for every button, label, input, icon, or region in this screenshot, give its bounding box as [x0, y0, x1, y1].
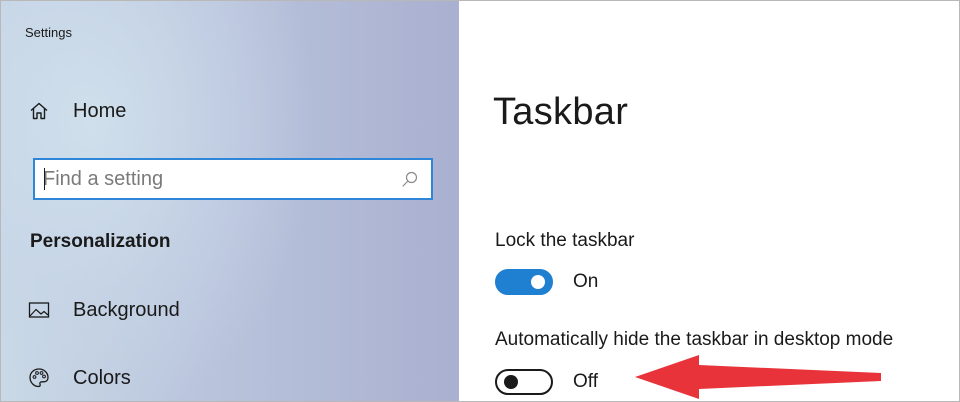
page-title: Taskbar — [493, 91, 629, 133]
image-icon — [27, 298, 51, 322]
settings-window: Settings Home Personalization — [0, 0, 960, 402]
auto-hide-taskbar-toggle[interactable] — [495, 369, 553, 395]
palette-icon — [27, 366, 51, 390]
app-title: Settings — [25, 25, 72, 40]
main-content: Taskbar Lock the taskbar On Automaticall… — [459, 1, 959, 401]
lock-taskbar-toggle[interactable] — [495, 269, 553, 295]
search-icon[interactable] — [399, 168, 421, 190]
text-caret — [44, 168, 45, 190]
sidebar: Settings Home Personalization — [1, 1, 459, 401]
sidebar-item-colors[interactable]: Colors — [27, 366, 131, 390]
sidebar-item-background[interactable]: Background — [27, 298, 180, 322]
toggle-knob — [504, 375, 518, 389]
sidebar-item-home[interactable]: Home — [27, 99, 126, 123]
toggle-state-label: On — [573, 271, 599, 292]
toggle-knob — [531, 275, 545, 289]
search-input[interactable] — [35, 160, 399, 198]
sidebar-item-label: Background — [73, 298, 180, 321]
lock-taskbar-label: Lock the taskbar — [495, 230, 635, 251]
sidebar-item-label: Colors — [73, 366, 131, 389]
auto-hide-taskbar-setting: Off — [495, 369, 598, 395]
home-icon — [27, 99, 51, 123]
section-header: Personalization — [30, 231, 171, 252]
search-box[interactable] — [33, 158, 433, 200]
toggle-state-label: Off — [573, 371, 598, 392]
lock-taskbar-setting: On — [495, 269, 598, 295]
annotation-arrow-icon — [635, 355, 881, 399]
auto-hide-taskbar-label: Automatically hide the taskbar in deskto… — [495, 329, 894, 350]
sidebar-item-label: Home — [73, 99, 127, 122]
